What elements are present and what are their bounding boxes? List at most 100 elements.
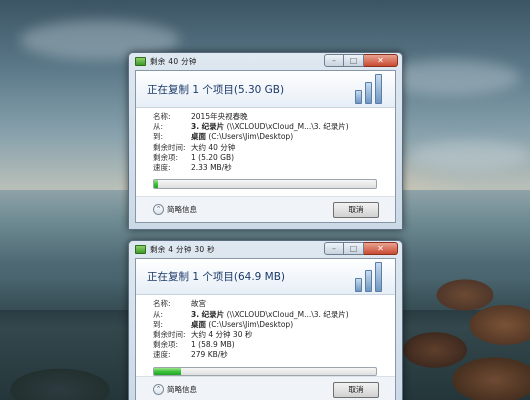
detail-to: 到: 桌面 (C:\Users\Jim\Desktop) <box>153 132 395 142</box>
detail-value-text: 1 (58.9 MB) <box>191 340 235 350</box>
detail-time-remaining: 剩余时间: 大约 40 分钟 <box>153 143 395 153</box>
detail-label: 名称: <box>153 112 171 121</box>
title-bar[interactable]: 剩余 40 分钟 – □ ✕ <box>135 53 398 70</box>
cancel-button[interactable]: 取消 <box>333 201 379 218</box>
detail-value: 大约 4 分钟 30 秒 <box>191 330 252 340</box>
detail-from: 从: 3. 纪录片 (\\XCLOUD\xCloud_M...\3. 纪录片) <box>153 310 395 320</box>
detail-label: 从: <box>153 122 164 132</box>
detail-value[interactable]: 桌面 (C:\Users\Jim\Desktop) <box>191 320 293 330</box>
caption-buttons: – □ ✕ <box>324 242 398 255</box>
less-details-label[interactable]: 简略信息 <box>167 204 197 215</box>
detail-label: 剩余项: <box>153 152 179 162</box>
detail-label: 剩余时间: <box>153 142 186 152</box>
rocks <box>0 330 140 400</box>
progress-bar <box>153 366 377 377</box>
close-button[interactable]: ✕ <box>364 242 398 255</box>
detail-value: 279 KB/秒 <box>191 350 228 360</box>
cancel-button[interactable]: 取消 <box>333 381 379 398</box>
graphic-bar <box>365 82 372 104</box>
copy-status-heading: 正在复制 1 个项目(5.30 GB) <box>147 83 285 96</box>
dialog-body: 正在复制 1 个项目(5.30 GB) 名称: 2015年央视春晚 从: 3. … <box>135 70 396 223</box>
progress-bar <box>153 179 377 190</box>
minimize-button[interactable]: – <box>324 54 344 67</box>
detail-label: 速度: <box>153 163 171 173</box>
detail-label: 从: <box>153 309 164 319</box>
detail-name: 名称: 故宫 <box>153 299 395 309</box>
less-details-toggle[interactable]: ⌃ 简略信息 <box>153 204 197 215</box>
detail-value-bold: 桌面 <box>191 319 206 329</box>
detail-speed: 速度: 2.33 MB/秒 <box>153 163 395 173</box>
dialog-header: 正在复制 1 个项目(64.9 MB) <box>136 259 395 296</box>
detail-value-text: 大约 4 分钟 30 秒 <box>191 329 253 339</box>
detail-value-text: 2.33 MB/秒 <box>191 163 232 173</box>
detail-items-remaining: 剩余项: 1 (5.20 GB) <box>153 153 395 163</box>
rocks <box>395 255 530 400</box>
detail-value[interactable]: 3. 纪录片 (\\XCLOUD\xCloud_M...\3. 纪录片) <box>191 122 349 132</box>
window-title: 剩余 4 分钟 30 秒 <box>150 245 215 254</box>
detail-value-bold: 3. 纪录片 <box>191 309 225 319</box>
copy-graphic-icon <box>355 262 385 292</box>
copy-details: 名称: 故宫 从: 3. 纪录片 (\\XCLOUD\xCloud_M...\3… <box>136 295 395 360</box>
detail-value-text: (\\XCLOUD\xCloud_M...\3. 纪录片) <box>224 309 349 319</box>
detail-value-text: 2015年央视春晚 <box>191 112 248 121</box>
dialog-body: 正在复制 1 个项目(64.9 MB) 名称: 故宫 从: 3. 纪录片 (\\… <box>135 258 396 400</box>
graphic-bar <box>355 90 362 104</box>
detail-label: 到: <box>153 319 164 329</box>
dialog-footer: ⌃ 简略信息 取消 <box>136 196 395 222</box>
detail-value: 大约 40 分钟 <box>191 143 235 153</box>
detail-label: 名称: <box>153 299 171 309</box>
caption-buttons: – □ ✕ <box>324 54 398 67</box>
detail-value-text: 故宫 <box>191 299 206 309</box>
graphic-bar <box>355 278 362 292</box>
detail-value-text: (C:\Users\Jim\Desktop) <box>206 132 294 142</box>
maximize-button[interactable]: □ <box>344 54 364 67</box>
progress-fill <box>154 180 159 189</box>
detail-value-text: 279 KB/秒 <box>191 350 228 360</box>
progress-fill <box>154 367 181 376</box>
detail-time-remaining: 剩余时间: 大约 4 分钟 30 秒 <box>153 330 395 340</box>
detail-to: 到: 桌面 (C:\Users\Jim\Desktop) <box>153 320 395 330</box>
detail-value: 2015年央视春晚 <box>191 112 248 122</box>
copy-dialog-2[interactable]: 剩余 4 分钟 30 秒 – □ ✕ 正在复制 1 个项目(64.9 MB) 名… <box>128 240 403 400</box>
less-details-label[interactable]: 简略信息 <box>167 384 197 395</box>
copy-dialog-1[interactable]: 剩余 40 分钟 – □ ✕ 正在复制 1 个项目(5.30 GB) 名称: 2… <box>128 52 403 230</box>
detail-value-text: (C:\Users\Jim\Desktop) <box>206 319 294 329</box>
detail-items-remaining: 剩余项: 1 (58.9 MB) <box>153 340 395 350</box>
detail-label: 剩余项: <box>153 340 179 350</box>
copy-progress-icon <box>135 57 146 66</box>
dialog-header: 正在复制 1 个项目(5.30 GB) <box>136 71 395 108</box>
detail-value-text: (\\XCLOUD\xCloud_M...\3. 纪录片) <box>224 122 349 132</box>
detail-value: 1 (58.9 MB) <box>191 340 235 350</box>
detail-value-text: 1 (5.20 GB) <box>191 152 235 162</box>
detail-speed: 速度: 279 KB/秒 <box>153 350 395 360</box>
detail-value: 2.33 MB/秒 <box>191 163 232 173</box>
copy-progress-icon <box>135 245 146 254</box>
detail-value[interactable]: 桌面 (C:\Users\Jim\Desktop) <box>191 132 293 142</box>
detail-value-bold: 桌面 <box>191 132 206 142</box>
detail-label: 速度: <box>153 350 171 360</box>
dialog-footer: ⌃ 简略信息 取消 <box>136 376 395 400</box>
detail-value: 1 (5.20 GB) <box>191 153 234 163</box>
copy-details: 名称: 2015年央视春晚 从: 3. 纪录片 (\\XCLOUD\xCloud… <box>136 108 395 173</box>
chevron-up-icon[interactable]: ⌃ <box>153 204 164 215</box>
copy-status-heading: 正在复制 1 个项目(64.9 MB) <box>147 271 286 284</box>
graphic-bar <box>375 74 382 104</box>
detail-from: 从: 3. 纪录片 (\\XCLOUD\xCloud_M...\3. 纪录片) <box>153 122 395 132</box>
detail-label: 剩余时间: <box>153 329 186 339</box>
cloud <box>410 140 530 170</box>
copy-graphic-icon <box>355 74 385 104</box>
close-button[interactable]: ✕ <box>364 54 398 67</box>
detail-label: 到: <box>153 132 164 142</box>
detail-value: 故宫 <box>191 299 206 309</box>
detail-name: 名称: 2015年央视春晚 <box>153 112 395 122</box>
chevron-up-icon[interactable]: ⌃ <box>153 384 164 396</box>
detail-value-text: 大约 40 分钟 <box>191 142 236 152</box>
detail-value-bold: 3. 纪录片 <box>191 122 225 132</box>
title-bar[interactable]: 剩余 4 分钟 30 秒 – □ ✕ <box>135 241 398 258</box>
window-title: 剩余 40 分钟 <box>150 57 197 66</box>
graphic-bar <box>375 262 382 292</box>
less-details-toggle[interactable]: ⌃ 简略信息 <box>153 384 197 396</box>
maximize-button[interactable]: □ <box>344 242 364 255</box>
detail-value[interactable]: 3. 纪录片 (\\XCLOUD\xCloud_M...\3. 纪录片) <box>191 310 349 320</box>
minimize-button[interactable]: – <box>324 242 344 255</box>
